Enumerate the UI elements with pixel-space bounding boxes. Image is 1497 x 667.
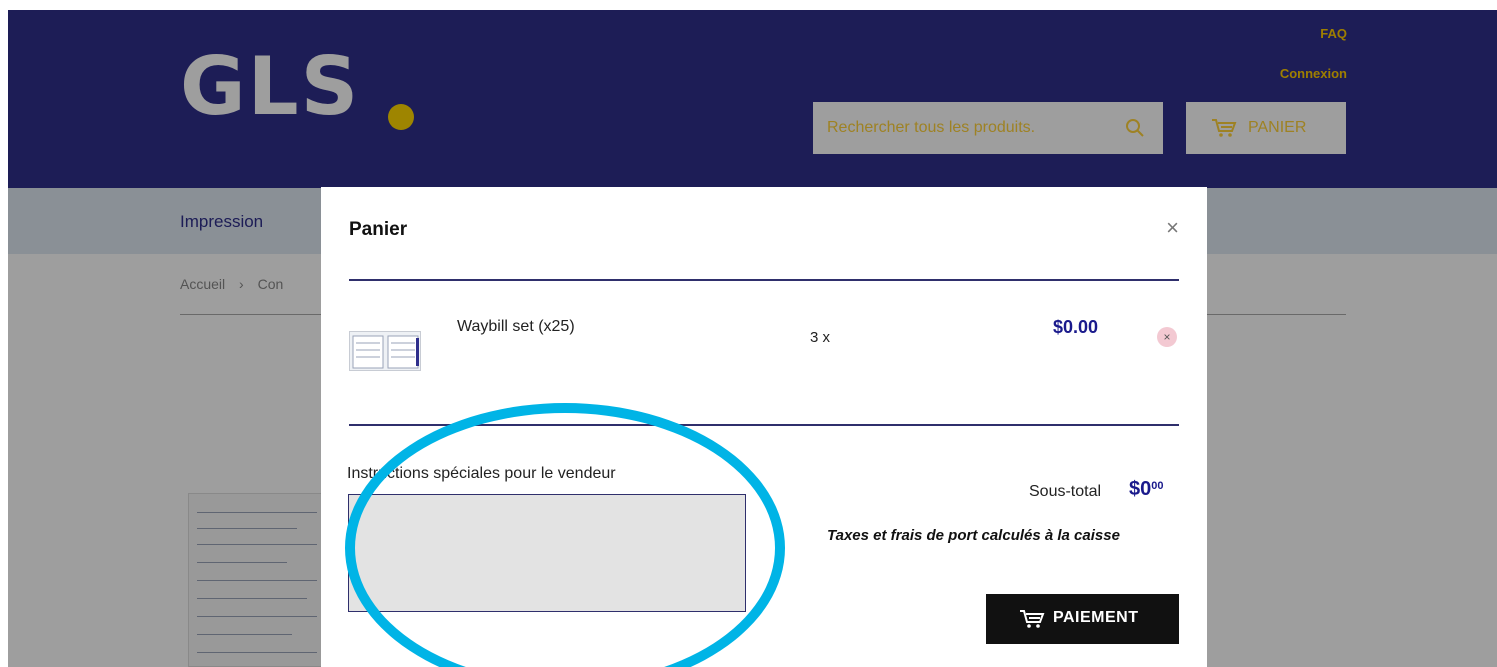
modal-divider-bottom bbox=[349, 424, 1179, 426]
item-price: $0.00 bbox=[1053, 317, 1099, 337]
cart-modal: Panier × Waybill set (x25) 3 x $0.00 × I… bbox=[321, 187, 1207, 667]
subtotal-cents: 00 bbox=[1151, 480, 1164, 492]
item-name[interactable]: Waybill set (x25) bbox=[457, 318, 575, 336]
checkout-button-label: PAIEMENT bbox=[1053, 609, 1139, 626]
instructions-label: Instructions spéciales pour le vendeur bbox=[347, 465, 616, 482]
waybill-thumbnail-icon bbox=[352, 335, 419, 369]
store-page: GLS FAQ Connexion Rechercher tous les pr… bbox=[8, 10, 1497, 667]
checkout-button[interactable]: PAIEMENT bbox=[986, 594, 1179, 644]
item-quantity: 3 x bbox=[810, 329, 831, 346]
tax-note: Taxes et frais de port calculés à la cai… bbox=[827, 527, 1120, 544]
cart-icon bbox=[1020, 610, 1045, 628]
subtotal-main: $0 bbox=[1129, 478, 1152, 500]
modal-divider-top bbox=[349, 279, 1179, 281]
subtotal-label: Sous-total bbox=[1029, 483, 1102, 500]
close-icon[interactable]: × bbox=[1166, 217, 1179, 239]
page: GLS FAQ Connexion Rechercher tous les pr… bbox=[0, 0, 1497, 667]
modal-title: Panier bbox=[349, 219, 408, 240]
instructions-textarea[interactable] bbox=[348, 494, 746, 612]
item-thumbnail[interactable] bbox=[349, 331, 421, 371]
remove-icon[interactable]: × bbox=[1157, 327, 1177, 347]
subtotal-value: $000 bbox=[1129, 478, 1164, 501]
